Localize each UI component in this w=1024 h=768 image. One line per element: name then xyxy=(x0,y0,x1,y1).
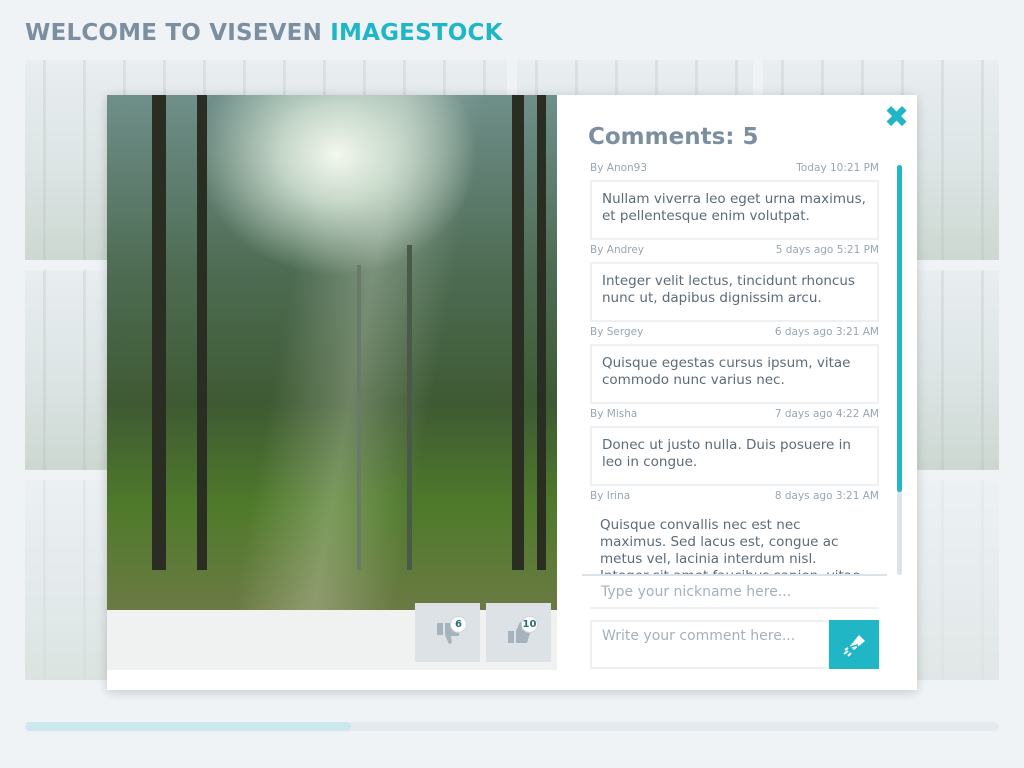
close-icon[interactable]: ✖ xyxy=(884,103,909,133)
scrollbar-thumb[interactable] xyxy=(897,165,902,492)
like-button[interactable]: 10 xyxy=(486,603,551,662)
title-accent: IMAGESTOCK xyxy=(330,20,503,46)
image-modal: 6 10 ✖ Comments: 5 By Anon93 Today 10:21 … xyxy=(107,95,917,690)
comment-text: Quisque convallis nec est nec maximus. S… xyxy=(600,517,860,574)
comment-text: Donec ut justo nulla. Duis posuere in le… xyxy=(590,426,879,486)
comment-item: By Anon93 Today 10:21 PM Nullam viverra le… xyxy=(590,162,879,240)
comment-time: 5 days ago 5:21 PM xyxy=(775,244,879,256)
progress-bar xyxy=(25,722,999,731)
progress-fill xyxy=(25,722,352,731)
comment-author: By Anon93 xyxy=(590,162,648,174)
comment-list: By Anon93 Today 10:21 PM Nullam viverra le… xyxy=(590,162,879,574)
comment-author: By Andrey xyxy=(590,244,645,256)
comment-time: 8 days ago 3:21 AM xyxy=(774,490,879,502)
page-title: WELCOME TO VISEVEN IMAGESTOCK xyxy=(25,20,503,46)
comment-time: Today 10:21 PM xyxy=(796,162,879,174)
comment-time: 7 days ago 4:22 AM xyxy=(774,408,879,420)
comment-text: Nullam viverra leo eget urna maximus, et… xyxy=(590,180,879,240)
forest-photo xyxy=(107,95,557,610)
dislike-count: 6 xyxy=(450,616,467,633)
comment-time: 6 days ago 3:21 AM xyxy=(774,326,879,338)
comment-text: Integer velit lectus, tincidunt rhoncus … xyxy=(590,262,879,322)
comment-item: By Sergey 6 days ago 3:21 AM Quisque egest… xyxy=(590,326,879,404)
comment-item: By Andrey 5 days ago 5:21 PM Integer velit… xyxy=(590,244,879,322)
title-prefix: WELCOME TO VISEVEN xyxy=(25,20,323,46)
comment-input[interactable]: Write your comment here... xyxy=(590,620,830,669)
send-mail-icon xyxy=(843,634,865,657)
comment-author: By Misha xyxy=(590,408,638,420)
scrollbar[interactable] xyxy=(897,165,902,575)
comment-item: By Irina 8 days ago 3:21 AM Quisque conval… xyxy=(590,490,879,574)
send-button[interactable] xyxy=(829,620,879,669)
comment-text: Quisque egestas cursus ipsum, vitae comm… xyxy=(590,344,879,404)
divider xyxy=(582,574,887,576)
comments-title: Comments: 5 xyxy=(588,124,759,150)
comment-author: By Sergey xyxy=(590,326,644,338)
like-count: 10 xyxy=(521,616,538,633)
dislike-button[interactable]: 6 xyxy=(415,603,480,662)
comment-author: By Irina xyxy=(590,490,631,502)
nickname-input[interactable]: Type your nickname here... xyxy=(590,584,879,609)
comment-item: By Misha 7 days ago 4:22 AM Donec ut justo… xyxy=(590,408,879,486)
